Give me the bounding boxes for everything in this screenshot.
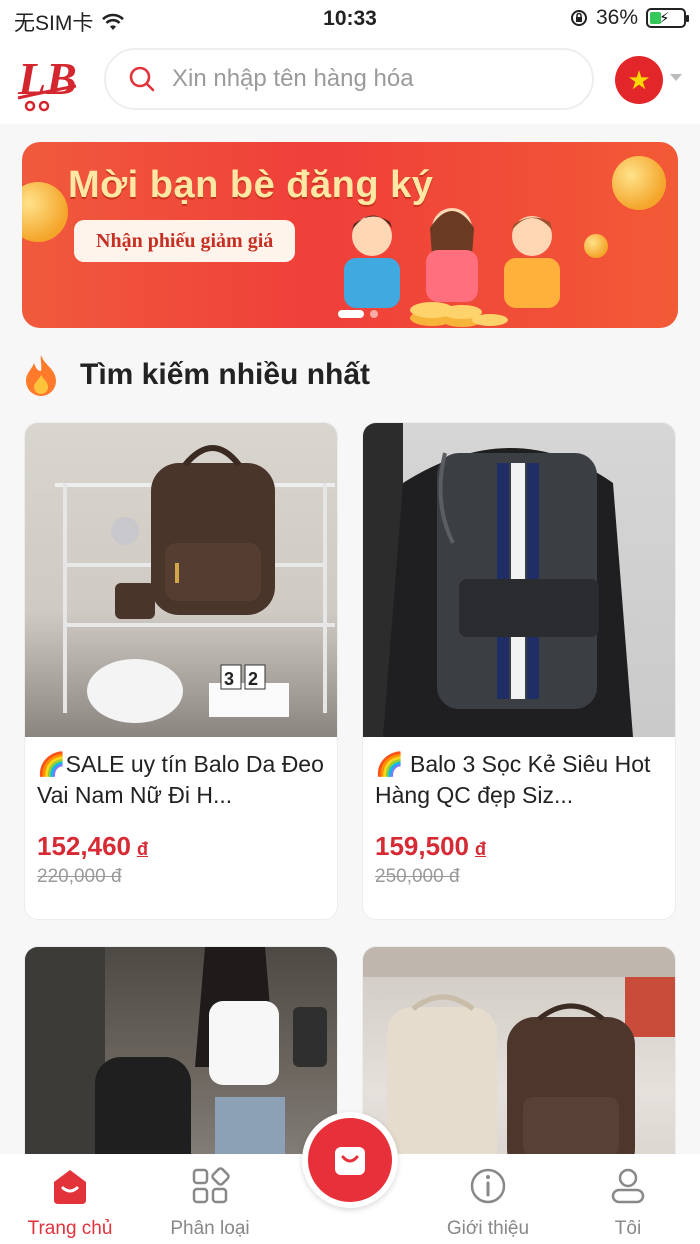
search-icon — [129, 66, 155, 92]
search-bar[interactable]: Xin nhập tên hàng hóa — [104, 48, 594, 110]
product-image[interactable] — [363, 423, 675, 737]
product-card[interactable]: 3 2 🌈SALE uy tín Balo Da Đeo Vai Nam Nữ … — [24, 422, 338, 920]
product-card[interactable] — [24, 946, 338, 1186]
nav-label: Phân loại — [170, 1218, 250, 1239]
nav-home[interactable]: Trang chủ — [10, 1166, 130, 1240]
product-old-price: 250,000 đ — [375, 866, 460, 887]
section-header: Tìm kiếm nhiều nhất — [22, 350, 370, 400]
category-icon — [192, 1167, 230, 1204]
carousel-dot-active — [338, 310, 364, 318]
cart-button[interactable] — [302, 1112, 398, 1208]
svg-text:2: 2 — [248, 669, 258, 689]
battery-icon: ⚡ — [646, 8, 689, 28]
search-placeholder: Xin nhập tên hàng hóa — [172, 65, 414, 92]
vietnam-flag-icon[interactable]: ★ — [615, 56, 663, 104]
backpack-photo — [363, 423, 633, 737]
product-card[interactable] — [362, 946, 676, 1186]
user-icon — [611, 1168, 645, 1204]
nav-label: Tôi — [614, 1218, 642, 1239]
backpack-photo: 3 2 — [55, 445, 335, 723]
model-with-backpack-photo — [25, 947, 327, 1185]
coin-decoration — [22, 182, 68, 242]
product-image[interactable] — [363, 947, 675, 1185]
product-image[interactable] — [25, 947, 337, 1185]
product-name: 🌈 Balo 3 Sọc Kẻ Siêu Hot Hàng QC đẹp Siz… — [375, 751, 651, 808]
product-price: 152,460 đ — [37, 831, 148, 861]
product-old-price: 220,000 đ — [37, 866, 122, 887]
status-bar: 无SIM卡 10:33 36% ⚡ — [0, 0, 700, 40]
app-header: LB Xin nhập tên hàng hóa ★ — [0, 40, 700, 124]
info-icon — [470, 1168, 506, 1204]
product-image[interactable]: 3 2 — [25, 423, 337, 737]
coin-decoration — [612, 156, 666, 210]
svg-text:3: 3 — [224, 669, 234, 689]
battery-percent: 36% — [595, 6, 638, 29]
carousel-dot — [370, 310, 378, 318]
nav-label: Trang chủ — [27, 1218, 113, 1239]
orientation-lock-icon — [570, 10, 587, 26]
fire-icon — [26, 355, 56, 396]
product-name: 🌈SALE uy tín Balo Da Đeo Vai Nam Nữ Đi H… — [37, 751, 324, 808]
product-price: 159,500 đ — [375, 831, 486, 861]
banner-subtitle: Nhận phiếu giảm giá — [74, 220, 296, 262]
brand-logo[interactable]: LB — [14, 48, 84, 116]
product-card[interactable]: 🌈 Balo 3 Sọc Kẻ Siêu Hot Hàng QC đẹp Siz… — [362, 422, 676, 920]
carousel-indicator — [338, 310, 378, 318]
home-icon — [54, 1170, 86, 1204]
nav-category[interactable]: Phân loại — [150, 1166, 270, 1240]
shopping-bag-icon — [335, 1147, 365, 1175]
nav-label: Giới thiệu — [446, 1218, 530, 1239]
banner-title: Mời bạn bè đăng ký — [68, 164, 434, 206]
chevron-down-icon[interactable] — [670, 74, 682, 81]
nav-profile[interactable]: Tôi — [568, 1166, 688, 1240]
promo-banner[interactable]: Mời bạn bè đăng ký Nhận phiếu giảm giá — [22, 142, 678, 328]
section-title: Tìm kiếm nhiều nhất — [80, 358, 371, 391]
backpacks-photo — [363, 947, 675, 1177]
coin-decoration — [584, 234, 608, 258]
nav-about[interactable]: Giới thiệu — [428, 1166, 548, 1240]
